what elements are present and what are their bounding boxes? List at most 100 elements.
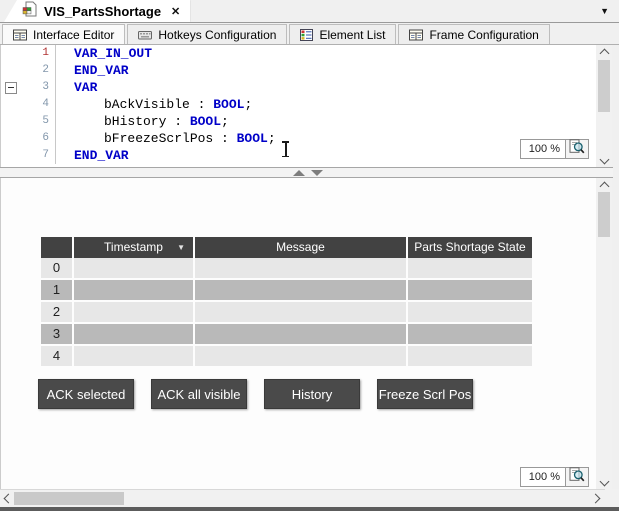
editor-magnifier-button[interactable] (566, 139, 589, 159)
button-row: ACK selected ACK all visible History Freeze… (38, 379, 473, 409)
alarm-table: Timestamp ▼ Message Parts Shortage State 01… (41, 237, 532, 366)
fold-gutter (1, 45, 19, 62)
fold-gutter (1, 130, 19, 147)
column-header-index[interactable] (41, 237, 72, 258)
canvas-magnifier-button[interactable] (566, 467, 589, 487)
table-cell (408, 324, 532, 344)
code-text: bHistory : BOOL; (55, 113, 597, 130)
interface-code-editor[interactable]: 1 VAR_IN_OUT 2 END_VAR 3 VAR 4 bAckVisible : BO… (0, 45, 597, 167)
pane-splitter[interactable] (0, 167, 613, 178)
scroll-up-icon[interactable] (596, 178, 612, 191)
line-number: 2 (42, 64, 49, 76)
table-row[interactable]: 4 (41, 346, 532, 366)
code-line[interactable]: 6 bFreezeScrlPos : BOOL; (1, 130, 597, 147)
scroll-left-icon[interactable] (0, 490, 14, 507)
editor-tabstrip: Interface Editor Hotkeys Configuration Ele… (0, 23, 619, 45)
close-tab-icon[interactable]: ✕ (171, 5, 180, 18)
code-text: VAR_IN_OUT (55, 45, 597, 62)
table-cell (195, 346, 406, 366)
canvas-vertical-scrollbar[interactable] (596, 178, 612, 489)
tab-label: Interface Editor (33, 27, 115, 42)
code-line[interactable]: 7 END_VAR (1, 147, 597, 164)
table-row[interactable]: 1 (41, 280, 532, 300)
line-number: 7 (42, 149, 49, 161)
line-number: 1 (42, 47, 49, 59)
table-cell (408, 258, 532, 278)
row-index: 0 (41, 258, 72, 278)
scroll-down-icon[interactable] (596, 154, 612, 167)
line-number: 3 (42, 81, 49, 93)
scroll-right-icon[interactable] (589, 490, 605, 507)
table-cell (195, 324, 406, 344)
fold-gutter (1, 96, 19, 113)
document-tab[interactable]: VIS_PartsShortage ✕ (4, 0, 191, 22)
sort-desc-icon[interactable]: ▼ (177, 237, 185, 258)
canvas-horizontal-scrollbar[interactable] (0, 489, 605, 508)
tab-frame-configuration[interactable]: Frame Configuration (398, 24, 550, 44)
editor-zoom-level[interactable]: 100 % (520, 139, 566, 159)
table-cell (408, 302, 532, 322)
column-header-message[interactable]: Message (195, 237, 406, 258)
tab-label: Element List (319, 27, 386, 42)
keyboard-icon (138, 29, 153, 41)
code-text: bFreezeScrlPos : BOOL; (55, 130, 597, 147)
code-text: END_VAR (55, 147, 597, 164)
table-row[interactable]: 0 (41, 258, 532, 278)
scrollbar-thumb[interactable] (14, 492, 124, 505)
visualization-document-icon (22, 1, 38, 22)
freeze-scrl-pos-button[interactable]: Freeze Scrl Pos (377, 379, 473, 409)
table-cell (74, 346, 193, 366)
fold-collapse-icon[interactable] (1, 79, 19, 96)
table-cell (408, 280, 532, 300)
line-number: 6 (42, 132, 49, 144)
column-header-timestamp[interactable]: Timestamp ▼ (74, 237, 193, 258)
editor-zoom-control: 100 % (520, 139, 589, 159)
tab-list-dropdown-icon[interactable]: ▼ (600, 7, 609, 16)
tab-label: Hotkeys Configuration (158, 27, 277, 42)
ack-selected-button[interactable]: ACK selected (38, 379, 134, 409)
table-cell (74, 280, 193, 300)
code-line[interactable]: 4 bAckVisible : BOOL; (1, 96, 597, 113)
collapse-up-icon[interactable] (293, 170, 305, 176)
scroll-up-icon[interactable] (596, 45, 612, 58)
magnifier-icon (569, 467, 585, 487)
history-button[interactable]: History (264, 379, 360, 409)
visualization-canvas[interactable]: Timestamp ▼ Message Parts Shortage State 01… (0, 178, 597, 489)
canvas-zoom-level[interactable]: 100 % (520, 467, 566, 487)
alarm-table-header: Timestamp ▼ Message Parts Shortage State (41, 237, 532, 258)
table-row[interactable]: 2 (41, 302, 532, 322)
table-cell (408, 346, 532, 366)
document-tabstrip: VIS_PartsShortage ✕ ▼ (0, 0, 619, 23)
fold-gutter (1, 113, 19, 130)
scrollbar-thumb[interactable] (598, 192, 610, 237)
form-icon (13, 29, 27, 41)
table-cell (195, 302, 406, 322)
code-line[interactable]: 1 VAR_IN_OUT (1, 45, 597, 62)
tab-label: Frame Configuration (429, 27, 539, 42)
table-cell (195, 258, 406, 278)
visualization-editor-window: VIS_PartsShortage ✕ ▼ Interface Editor Ho… (0, 0, 619, 511)
canvas-zoom-control: 100 % (520, 467, 589, 487)
editor-vertical-scrollbar[interactable] (596, 45, 612, 167)
tab-element-list[interactable]: Element List (289, 24, 397, 44)
collapse-down-icon[interactable] (311, 170, 323, 176)
code-text: END_VAR (55, 62, 597, 79)
code-line[interactable]: 2 END_VAR (1, 62, 597, 79)
tab-hotkeys-configuration[interactable]: Hotkeys Configuration (127, 24, 288, 44)
code-text: VAR (55, 79, 597, 96)
code-line[interactable]: 3 VAR (1, 79, 597, 96)
table-cell (74, 258, 193, 278)
scroll-down-icon[interactable] (596, 476, 612, 489)
column-header-parts-shortage-state[interactable]: Parts Shortage State (408, 237, 532, 258)
ack-all-visible-button[interactable]: ACK all visible (151, 379, 247, 409)
table-row[interactable]: 3 (41, 324, 532, 344)
document-tab-title: VIS_PartsShortage (44, 3, 162, 19)
code-line[interactable]: 5 bHistory : BOOL; (1, 113, 597, 130)
scrollbar-corner (605, 489, 619, 507)
table-cell (74, 302, 193, 322)
scrollbar-thumb[interactable] (598, 60, 610, 112)
ibeam-cursor-icon (281, 141, 290, 157)
window-bottom-edge (0, 507, 619, 511)
row-index: 3 (41, 324, 72, 344)
tab-interface-editor[interactable]: Interface Editor (2, 24, 126, 44)
